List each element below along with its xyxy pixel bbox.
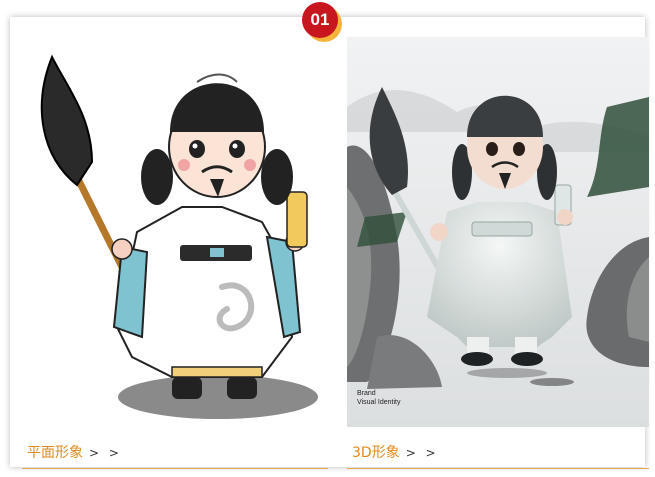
more-arrows-icon[interactable]: > >	[406, 446, 439, 460]
3d-character-image[interactable]: Brand Visual Identity	[347, 37, 649, 427]
section-badge: 01	[302, 2, 342, 42]
brand-line-1: Brand	[357, 390, 376, 397]
showcase-card: 平面形象 > > Brand Visual Identity 3D形象 > >	[10, 17, 649, 469]
flat-image-caption[interactable]: 平面形象 > >	[27, 442, 122, 462]
3d-character-illustration	[347, 37, 649, 427]
3d-image-caption-text[interactable]: 3D形象	[352, 445, 400, 461]
brand-label: Brand Visual Identity	[357, 389, 400, 407]
flat-image-caption-text[interactable]: 平面形象	[27, 445, 83, 461]
caption-divider	[22, 468, 328, 469]
more-arrows-icon[interactable]: > >	[89, 446, 122, 460]
3d-image-caption[interactable]: 3D形象 > >	[352, 442, 439, 462]
flat-character-image[interactable]	[22, 37, 328, 427]
caption-divider	[347, 468, 649, 469]
brand-line-2: Visual Identity	[357, 399, 401, 406]
badge-number: 01	[302, 2, 338, 38]
flat-character-illustration	[40, 54, 318, 419]
page: 平面形象 > > Brand Visual Identity 3D形象 > > …	[0, 0, 655, 477]
